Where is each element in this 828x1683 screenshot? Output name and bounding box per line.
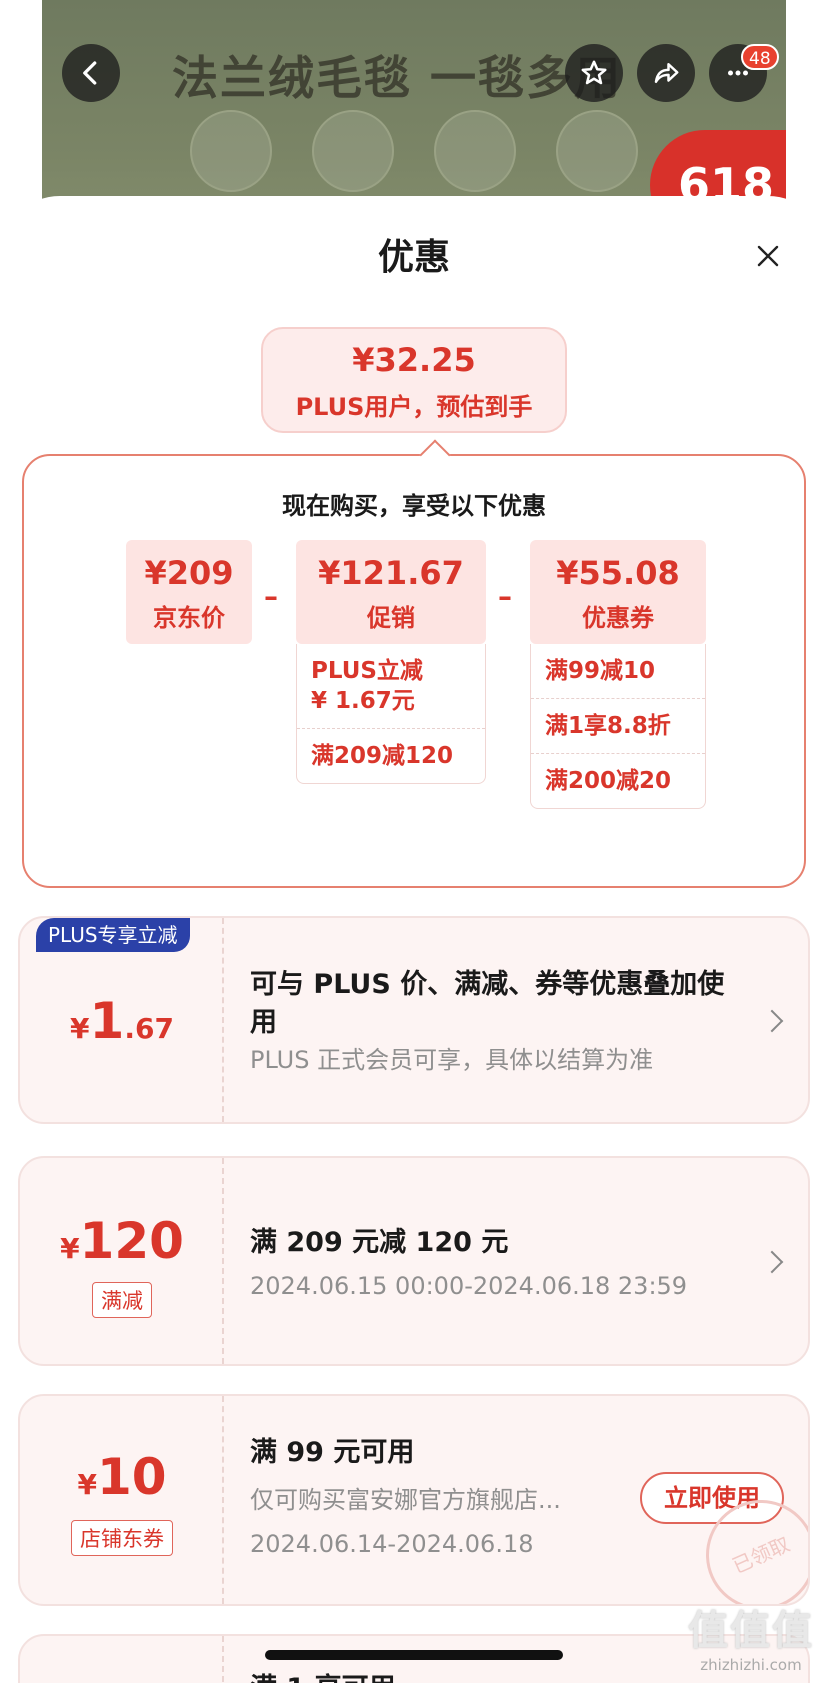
minus-sign: – <box>264 580 278 613</box>
currency-symbol: ¥ <box>70 1012 90 1045</box>
card-amount: ¥120 <box>20 1212 224 1270</box>
chevron-right-icon <box>760 1009 784 1033</box>
coupon-label: 优惠券 <box>582 604 654 632</box>
feature-icon-4 <box>556 110 638 192</box>
breakdown-heading: 现在购买，享受以下优惠 <box>282 492 546 520</box>
card-amount: ¥10 <box>20 1448 224 1506</box>
plus-exclusive-badge: PLUS专享立减 <box>36 918 190 952</box>
amount-integer: 10 <box>96 1448 167 1506</box>
card-type-tag: 满减 <box>92 1282 152 1318</box>
breakdown-pointer <box>419 439 451 471</box>
jd-price-label: 京东价 <box>153 604 225 632</box>
amount-integer: 120 <box>79 1212 184 1270</box>
minus-sign: – <box>498 580 512 613</box>
feature-icon-3 <box>434 110 516 192</box>
card-title: 可与 PLUS 价、满减、券等优惠叠加使用 <box>250 969 725 1038</box>
promotion-label: 促销 <box>367 604 415 632</box>
favorite-button[interactable] <box>565 44 623 102</box>
close-icon <box>757 245 779 267</box>
coupon-item: 满200减20 <box>531 753 705 808</box>
card-type-tag: 店铺东券 <box>71 1520 173 1556</box>
card-amount-area <box>20 1636 224 1683</box>
coupon-item: 满99减10 <box>545 658 656 684</box>
estimated-price-label: PLUS用户，预估到手 <box>295 393 533 421</box>
discount-sheet: 优惠 ¥32.25 PLUS用户，预估到手 现在购买，享受以下优惠 ¥209 京… <box>0 196 828 1683</box>
card-title: 满 99 元可用 <box>250 1437 415 1468</box>
card-validity: 2024.06.15 00:00-2024.06.18 23:59 <box>250 1272 688 1300</box>
estimated-price: ¥32.25 <box>352 341 476 379</box>
watermark-logo: 值值值 <box>688 1608 814 1654</box>
jd-price-value: ¥209 <box>144 554 234 592</box>
coupon-item: 满1享8.8折 <box>531 698 705 753</box>
plus-discount-card[interactable]: PLUS专享立减 ¥1.67 可与 PLUS 价、满减、券等优惠叠加使用 PLU… <box>18 916 810 1124</box>
home-indicator[interactable] <box>265 1650 563 1660</box>
star-icon <box>581 60 607 85</box>
promotion-box: ¥121.67 促销 <box>296 540 486 644</box>
back-button[interactable] <box>62 44 120 102</box>
estimated-price-pill: ¥32.25 PLUS用户，预估到手 <box>261 327 567 433</box>
card-subtitle: 仅可购买富安娜官方旗舰店... <box>250 1486 561 1514</box>
card-validity: 2024.06.14-2024.06.18 <box>250 1530 534 1558</box>
jd-price-box: ¥209 京东价 <box>126 540 252 644</box>
promotion-item: 满209减120 <box>297 728 485 783</box>
site-watermark: 值值值 zhizhizhi.com <box>688 1598 814 1674</box>
watermark-domain: zhizhizhi.com <box>700 1656 802 1674</box>
close-button[interactable] <box>748 236 788 276</box>
feature-icon-2 <box>312 110 394 192</box>
chevron-right-icon <box>760 1250 784 1274</box>
message-count-badge: 48 <box>741 44 779 70</box>
card-title: 满 1 享可用 <box>250 1670 396 1683</box>
coupon-box: ¥55.08 优惠券 <box>530 540 706 644</box>
currency-symbol: ¥ <box>60 1232 80 1265</box>
currency-symbol: ¥ <box>77 1468 97 1501</box>
amount-integer: 1 <box>89 992 125 1050</box>
promotion-value: ¥121.67 <box>318 554 464 592</box>
card-subtitle: PLUS 正式会员可享，具体以结算为准 <box>250 1046 654 1074</box>
amount-decimal: .67 <box>124 1012 174 1045</box>
card-amount: ¥1.67 <box>20 992 224 1050</box>
product-banner-title: 法兰绒毛毯 一毯多用 <box>172 51 623 105</box>
share-icon <box>654 63 679 83</box>
price-breakdown: 现在购买，享受以下优惠 ¥209 京东价 – ¥121.67 促销 PLUS立减… <box>22 439 806 888</box>
card-title: 满 209 元减 120 元 <box>250 1227 509 1258</box>
chevron-left-icon <box>83 61 97 85</box>
feature-icon-1 <box>190 110 272 192</box>
full-reduction-card[interactable]: ¥120 满减 满 209 元减 120 元 2024.06.15 00:00-… <box>18 1156 810 1366</box>
promotion-detail-list: PLUS立减 ¥ 1.67元 满209减120 <box>296 644 486 784</box>
store-coupon-card: ¥10 店铺东券 满 99 元可用 仅可购买富安娜官方旗舰店... 2024.0… <box>18 1394 810 1606</box>
share-button[interactable] <box>637 44 695 102</box>
coupon-detail-list: 满99减10 满1享8.8折 满200减20 <box>530 644 706 809</box>
sheet-title: 优惠 <box>377 237 450 278</box>
coupon-value: ¥55.08 <box>556 554 680 592</box>
promotion-item: PLUS立减 ¥ 1.67元 <box>311 658 423 714</box>
